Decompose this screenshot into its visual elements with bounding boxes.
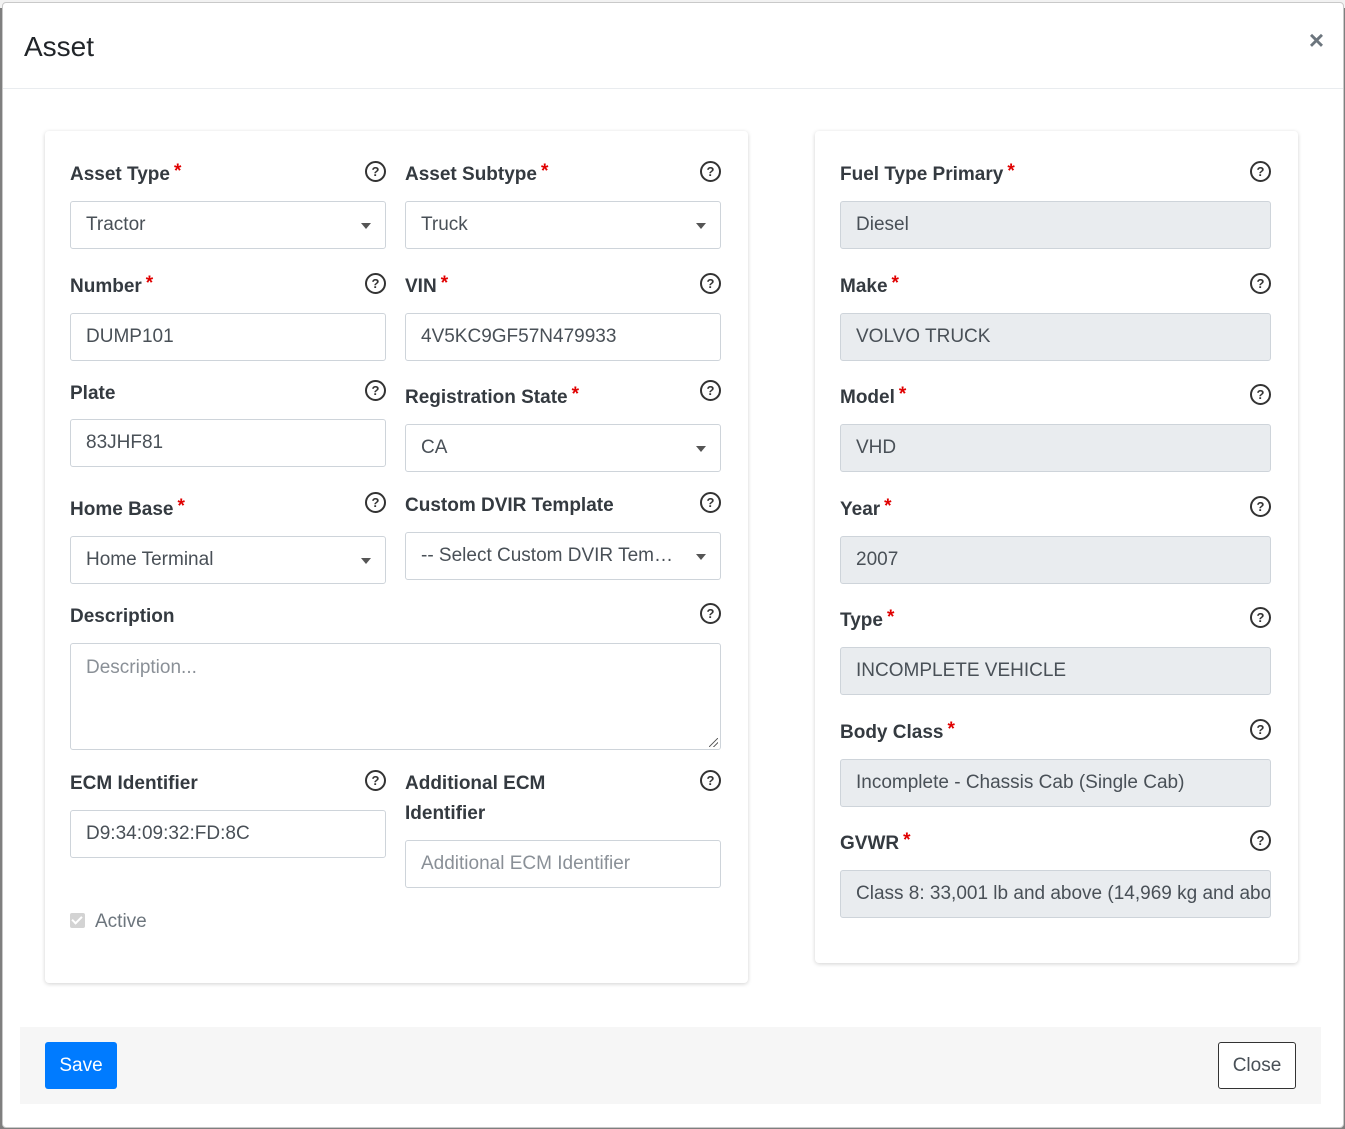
chevron-down-icon bbox=[696, 446, 706, 452]
type-input: INCOMPLETE VEHICLE bbox=[840, 647, 1271, 695]
help-icon[interactable]: ? bbox=[1250, 496, 1271, 517]
number-input[interactable]: DUMP101 bbox=[70, 313, 386, 361]
number-label: Number bbox=[70, 276, 142, 297]
help-icon[interactable]: ? bbox=[365, 492, 386, 513]
required-mark: * bbox=[947, 719, 955, 740]
plate-label: Plate bbox=[70, 383, 116, 404]
description-textarea[interactable]: Description... bbox=[70, 643, 721, 750]
make-label: Make bbox=[840, 276, 888, 297]
required-mark: * bbox=[173, 161, 182, 182]
additional-ecm-label: Additional ECM bbox=[405, 773, 546, 794]
required-mark: * bbox=[891, 273, 899, 294]
modal-header: Asset × bbox=[3, 3, 1343, 89]
help-icon[interactable]: ? bbox=[700, 161, 721, 182]
help-icon[interactable]: ? bbox=[1250, 161, 1271, 182]
chevron-down-icon bbox=[361, 558, 371, 564]
help-icon[interactable]: ? bbox=[700, 273, 721, 294]
modal-title: Asset bbox=[24, 31, 95, 62]
required-mark: * bbox=[571, 384, 579, 405]
asset-details-card: Asset Type * ? Tractor Asset Subtype * ? T… bbox=[45, 131, 748, 983]
chevron-down-icon bbox=[696, 554, 706, 560]
close-icon[interactable]: × bbox=[1309, 27, 1324, 53]
make-input: VOLVO TRUCK bbox=[840, 313, 1271, 361]
type-label: Type bbox=[840, 610, 883, 631]
fuel-type-label: Fuel Type Primary bbox=[840, 164, 1004, 185]
model-label: Model bbox=[840, 387, 895, 408]
resize-handle-icon[interactable] bbox=[709, 738, 718, 747]
help-icon[interactable]: ? bbox=[700, 770, 721, 791]
additional-ecm-input[interactable]: Additional ECM Identifier bbox=[405, 840, 721, 888]
active-checkbox[interactable] bbox=[70, 913, 85, 928]
help-icon[interactable]: ? bbox=[700, 492, 721, 513]
required-mark: * bbox=[886, 607, 895, 628]
custom-dvir-select[interactable]: -- Select Custom DVIR Templ… bbox=[405, 532, 721, 580]
custom-dvir-label: Custom DVIR Template bbox=[405, 495, 614, 516]
year-input: 2007 bbox=[840, 536, 1271, 584]
help-icon[interactable]: ? bbox=[1250, 719, 1271, 740]
vin-input[interactable]: 4V5KC9GF57N479933 bbox=[405, 313, 721, 361]
plate-input[interactable]: 83JHF81 bbox=[70, 419, 386, 467]
help-icon[interactable]: ? bbox=[700, 603, 721, 624]
asset-subtype-label: Asset Subtype bbox=[405, 164, 537, 185]
asset-type-label: Asset Type bbox=[70, 164, 170, 185]
required-mark: * bbox=[1007, 161, 1015, 182]
required-mark: * bbox=[440, 273, 449, 294]
help-icon[interactable]: ? bbox=[1250, 273, 1271, 294]
asset-type-select[interactable]: Tractor bbox=[70, 201, 386, 249]
help-icon[interactable]: ? bbox=[365, 161, 386, 182]
body-class-label: Body Class bbox=[840, 722, 944, 743]
required-mark: * bbox=[884, 496, 892, 517]
required-mark: * bbox=[898, 384, 907, 405]
registration-state-select[interactable]: CA bbox=[405, 424, 721, 472]
ecm-identifier-label: ECM Identifier bbox=[70, 773, 198, 794]
gvwr-input: Class 8: 33,001 lb and above (14,969 kg … bbox=[840, 870, 1271, 918]
help-icon[interactable]: ? bbox=[1250, 384, 1271, 405]
chevron-down-icon bbox=[696, 223, 706, 229]
help-icon[interactable]: ? bbox=[365, 770, 386, 791]
additional-ecm-label-line2: Identifier bbox=[405, 803, 486, 824]
active-checkbox-row[interactable]: Active bbox=[70, 911, 147, 933]
active-label: Active bbox=[95, 911, 147, 932]
save-button[interactable]: Save bbox=[45, 1042, 117, 1089]
home-base-label: Home Base bbox=[70, 499, 174, 520]
vin-label: VIN bbox=[405, 276, 437, 297]
chevron-down-icon bbox=[361, 223, 371, 229]
required-mark: * bbox=[903, 830, 911, 851]
help-icon[interactable]: ? bbox=[365, 273, 386, 294]
required-mark: * bbox=[540, 161, 549, 182]
required-mark: * bbox=[177, 496, 185, 517]
fuel-type-input: Diesel bbox=[840, 201, 1271, 249]
year-label: Year bbox=[840, 499, 881, 520]
help-icon[interactable]: ? bbox=[700, 380, 721, 401]
modal-footer: Save Close bbox=[20, 1027, 1321, 1104]
required-mark: * bbox=[145, 273, 154, 294]
registration-state-label: Registration State bbox=[405, 387, 568, 408]
home-base-select[interactable]: Home Terminal bbox=[70, 536, 386, 584]
vehicle-info-card: Fuel Type Primary * ? Diesel Make * ? VOLV… bbox=[815, 131, 1298, 963]
gvwr-label: GVWR bbox=[840, 833, 900, 854]
description-label: Description bbox=[70, 606, 175, 627]
help-icon[interactable]: ? bbox=[1250, 830, 1271, 851]
model-input: VHD bbox=[840, 424, 1271, 472]
asset-subtype-select[interactable]: Truck bbox=[405, 201, 721, 249]
body-class-input: Incomplete - Chassis Cab (Single Cab) bbox=[840, 759, 1271, 807]
help-icon[interactable]: ? bbox=[1250, 607, 1271, 628]
ecm-identifier-input[interactable]: D9:34:09:32:FD:8C bbox=[70, 810, 386, 858]
help-icon[interactable]: ? bbox=[365, 380, 386, 401]
close-button[interactable]: Close bbox=[1218, 1042, 1296, 1089]
